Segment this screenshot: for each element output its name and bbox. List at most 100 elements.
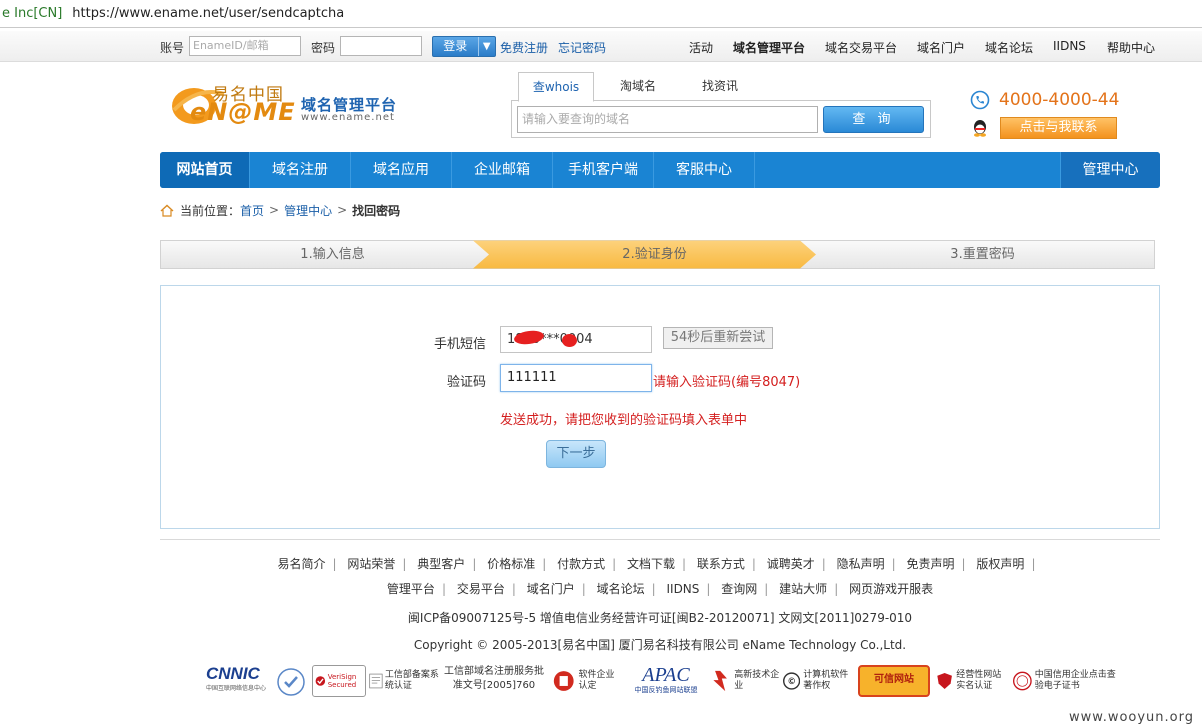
copyright-icon: © — [783, 672, 801, 690]
footer-links-row-1: 易名简介 | 网站荣誉 | 典型客户 | 价格标准 | 付款方式 | 文档下载 | 联系方式… — [277, 557, 1036, 571]
logo-wordmark: eN@ME — [190, 98, 296, 126]
svg-text:©: © — [787, 677, 796, 687]
breadcrumb-separator: > — [269, 203, 280, 217]
nav-enterprise-mail[interactable]: 企业邮箱 — [452, 152, 553, 188]
footer-link[interactable]: 网页游戏开服表 — [849, 582, 933, 596]
hitech-badge[interactable]: 高新技术企业 — [710, 665, 780, 697]
top-nav-activity[interactable]: 活动 — [689, 39, 713, 56]
resend-button[interactable]: 54秒后重新尝试 — [663, 327, 773, 349]
footer-link[interactable]: 域名门户 — [527, 582, 575, 596]
watermark: www.wooyun.org — [1068, 710, 1194, 725]
password-input[interactable] — [340, 36, 422, 56]
home-icon — [160, 204, 174, 217]
breadcrumb: 当前位置： 首页 > 管理中心 > 找回密码 — [160, 202, 400, 218]
tab-domain[interactable]: 淘域名 — [600, 72, 676, 102]
site-url: www.ename.net — [301, 112, 395, 123]
realname-badge[interactable]: 经营性网站实名认证 — [936, 665, 1010, 697]
footer-link[interactable]: 联系方式 — [697, 557, 745, 571]
phone-icon — [970, 90, 990, 110]
dropdown-arrow-icon[interactable]: ▼ — [477, 37, 495, 56]
qq-icon — [974, 120, 986, 137]
miit-record-badge[interactable]: 工信部备案系统认证 — [369, 665, 441, 697]
breadcrumb-admin[interactable]: 管理中心 — [284, 202, 332, 219]
miit-domain-badge[interactable]: 工信部域名注册服务批准文号[2005]760 — [442, 665, 546, 697]
tab-news[interactable]: 找资讯 — [682, 72, 758, 102]
footer-link[interactable]: 诚聘英才 — [767, 557, 815, 571]
code-hint: 请输入验证码(编号8047) — [653, 375, 801, 390]
credit-enterprise-badge[interactable]: 中国信用企业点击查验电子证书 — [1013, 665, 1119, 697]
cnnic-badge[interactable]: CNNIC 中国互联网络信息中心 — [206, 665, 272, 697]
sms-label: 手机短信 — [433, 337, 486, 352]
footer-link[interactable]: 隐私声明 — [837, 557, 885, 571]
login-button[interactable]: 登录 ▼ — [432, 36, 496, 57]
footer-link[interactable]: 价格标准 — [487, 557, 535, 571]
top-nav-manage[interactable]: 域名管理平台 — [733, 39, 805, 56]
account-label: 账号 — [160, 41, 185, 55]
redaction-mark — [562, 334, 577, 347]
footer-link[interactable]: 付款方式 — [557, 557, 605, 571]
credit-seal-icon — [1013, 671, 1032, 691]
password-label: 密码 — [311, 41, 336, 55]
breadcrumb-home[interactable]: 首页 — [240, 202, 264, 219]
nav-home[interactable]: 网站首页 — [160, 152, 250, 188]
account-input[interactable]: EnameID/邮箱 — [189, 36, 301, 56]
nav-mobile-client[interactable]: 手机客户端 — [553, 152, 654, 188]
url-text[interactable]: https://www.ename.net/user/sendcaptcha — [72, 6, 344, 21]
footer-link[interactable]: 查询网 — [721, 582, 757, 596]
footer-link[interactable]: 交易平台 — [457, 582, 505, 596]
login-label: 登录 — [443, 39, 468, 53]
nav-domain-apps[interactable]: 域名应用 — [351, 152, 452, 188]
trust-seal-icon[interactable] — [276, 667, 306, 697]
software-copyright-badge[interactable]: © 计算机软件著作权 — [783, 665, 855, 697]
top-nav-portal[interactable]: 域名门户 — [917, 39, 965, 56]
nav-admin-center[interactable]: 管理中心 — [1060, 152, 1160, 188]
code-label: 验证码 — [446, 375, 486, 390]
contact-button[interactable]: 点击与我联系 — [1000, 117, 1117, 139]
footer-link[interactable]: 网站荣誉 — [347, 557, 395, 571]
sent-message: 发送成功，请把您收到的验证码填入表单中 — [500, 413, 748, 428]
footer-link[interactable]: 文档下载 — [627, 557, 675, 571]
site-identity: e Inc[CN] — [2, 6, 63, 21]
hotline-number: 4000-4000-44 — [999, 90, 1120, 110]
footer-link[interactable]: 域名论坛 — [597, 582, 645, 596]
breadcrumb-label: 当前位置： — [180, 203, 241, 218]
step-1: 1.输入信息 — [300, 247, 365, 262]
footer-link[interactable]: 典型客户 — [417, 557, 465, 571]
footer-links-row-2: 管理平台 | 交易平台 | 域名门户 | 域名论坛 | IIDNS | 查询网 | 建站大师… — [386, 582, 934, 596]
top-nav-forum[interactable]: 域名论坛 — [985, 39, 1033, 56]
trusted-site-badge[interactable]: 可信网站 — [858, 665, 930, 697]
shield-icon — [937, 673, 952, 689]
nav-service-center[interactable]: 客服中心 — [654, 152, 755, 188]
footer-link[interactable]: 建站大师 — [779, 582, 827, 596]
next-button[interactable]: 下一步 — [546, 440, 606, 468]
footer-divider — [160, 539, 1160, 540]
hitech-icon — [713, 670, 727, 692]
apac-badge[interactable]: APAC 中国反钓鱼网站联盟 — [628, 665, 704, 697]
footer-link[interactable]: 免责声明 — [907, 557, 955, 571]
software-icon — [553, 671, 574, 691]
register-link[interactable]: 免费注册 — [500, 39, 548, 56]
icp-text: 闽ICP备09007125号-5 增值电信业务经营许可证[闽B2-2012007… — [407, 611, 913, 625]
top-nav-help[interactable]: 帮助中心 — [1107, 39, 1155, 56]
search-button[interactable]: 查 询 — [823, 106, 924, 133]
forgot-password-link[interactable]: 忘记密码 — [558, 39, 606, 56]
tab-whois[interactable]: 查whois — [518, 72, 594, 102]
verisign-badge[interactable]: VeriSign Secured — [312, 665, 366, 697]
search-input[interactable]: 请输入要查询的域名 — [517, 106, 818, 133]
footer-link[interactable]: 版权声明 — [976, 557, 1024, 571]
breadcrumb-current: 找回密码 — [352, 203, 401, 218]
step-2: 2.验证身份 — [622, 247, 687, 262]
software-enterprise-badge[interactable]: 软件企业认定 — [553, 665, 623, 697]
footer-link[interactable]: 管理平台 — [387, 582, 435, 596]
top-nav-trade[interactable]: 域名交易平台 — [825, 39, 897, 56]
copyright-text: Copyright © 2005-2013[易名中国] 厦门易名科技有限公司 e… — [413, 638, 907, 652]
footer-link[interactable]: 易名简介 — [278, 557, 326, 571]
browser-url-bar[interactable]: e Inc[CN] https://www.ename.net/user/sen… — [0, 0, 1202, 28]
top-nav-iidns[interactable]: IIDNS — [1053, 39, 1086, 53]
captcha-input[interactable]: 111111 — [500, 364, 652, 392]
checkmark-icon — [315, 676, 326, 686]
step-3: 3.重置密码 — [950, 247, 1015, 262]
nav-domain-register[interactable]: 域名注册 — [250, 152, 351, 188]
footer-link[interactable]: IIDNS — [666, 582, 699, 596]
document-icon — [369, 673, 383, 689]
